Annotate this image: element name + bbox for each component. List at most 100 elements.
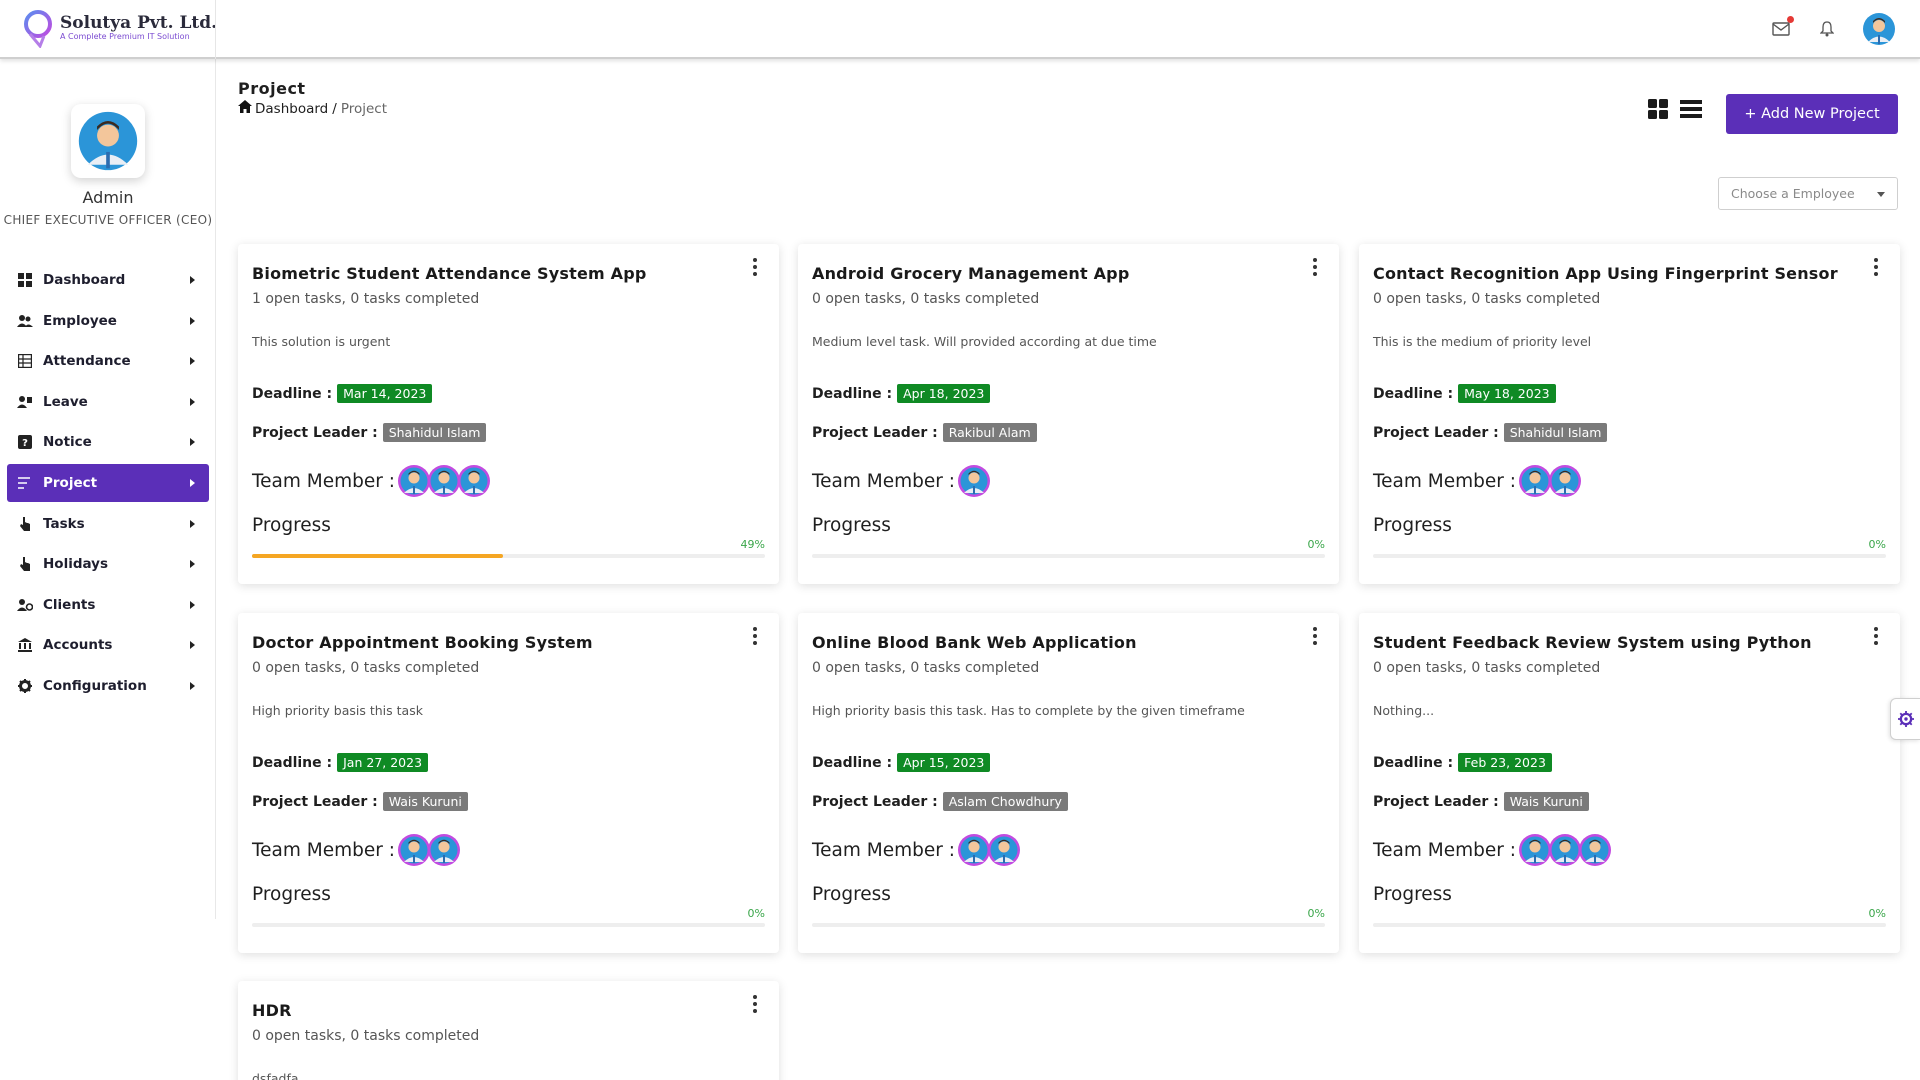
deadline-row: Deadline : Mar 14, 2023 [252, 384, 433, 403]
caret-right-icon [190, 641, 195, 650]
project-title[interactable]: Contact Recognition App Using Fingerprin… [1373, 264, 1838, 283]
project-card[interactable]: Doctor Appointment Booking System 0 open … [238, 613, 779, 953]
team-label: Team Member : [1373, 470, 1516, 492]
team-member-avatar[interactable] [457, 464, 491, 498]
team-label: Team Member : [252, 839, 395, 861]
progress-bar [812, 554, 1325, 558]
more-options-icon[interactable] [1874, 627, 1878, 645]
leave-icon [17, 394, 33, 410]
sidebar-item-leave[interactable]: Leave [7, 383, 209, 421]
team-avatars [1518, 833, 1612, 867]
project-title[interactable]: HDR [252, 1001, 292, 1020]
progress-percent: 0% [1868, 907, 1886, 920]
header-actions [1770, 12, 1896, 46]
team-member-avatar[interactable] [957, 833, 991, 867]
settings-gear-icon[interactable] [1890, 698, 1920, 740]
brand-logo[interactable]: Solutya Pvt. Ltd. A Complete Premium IT … [20, 6, 217, 50]
team-member-avatar[interactable] [1518, 833, 1552, 867]
sidebar-item-configuration[interactable]: Configuration [7, 667, 209, 705]
project-title[interactable]: Student Feedback Review System using Pyt… [1373, 633, 1812, 652]
project-description: High priority basis this task. Has to co… [812, 703, 1245, 718]
team-member-avatar[interactable] [397, 464, 431, 498]
caret-right-icon [190, 519, 195, 528]
deadline-row: Deadline : Jan 27, 2023 [252, 753, 429, 772]
deadline-label: Deadline : [252, 754, 333, 771]
project-task-summary: 1 open tasks, 0 tasks completed [252, 291, 480, 307]
breadcrumb: Dashboard / Project [238, 100, 387, 117]
home-icon[interactable] [238, 100, 252, 117]
project-title[interactable]: Biometric Student Attendance System App [252, 264, 647, 283]
people-cog-icon [17, 597, 33, 613]
more-options-icon[interactable] [1313, 258, 1317, 276]
sidebar-menu: Dashboard Employee Attendance Leave ? No… [7, 261, 209, 708]
sidebar-item-notice[interactable]: ? Notice [7, 423, 209, 461]
leader-row: Project Leader : Wais Kuruni [252, 792, 468, 811]
leader-label: Project Leader : [812, 793, 938, 810]
progress-bar-fill [252, 554, 504, 558]
progress-bar [252, 554, 765, 558]
mail-icon[interactable] [1770, 16, 1794, 40]
team-member-avatar[interactable] [1548, 464, 1582, 498]
sidebar-item-accounts[interactable]: Accounts [7, 626, 209, 664]
team-member-avatar[interactable] [427, 464, 461, 498]
leader-label: Project Leader : [812, 424, 938, 441]
sidebar-item-project[interactable]: Project [7, 463, 209, 502]
caret-right-icon [190, 478, 195, 487]
team-row: Team Member : [812, 833, 1021, 867]
project-card[interactable]: Online Blood Bank Web Application 0 open … [798, 613, 1339, 953]
team-member-avatar[interactable] [1548, 833, 1582, 867]
project-card[interactable]: Android Grocery Management App 0 open tas… [798, 244, 1339, 584]
user-avatar[interactable] [1862, 12, 1896, 46]
sidebar-item-attendance[interactable]: Attendance [7, 342, 209, 380]
notification-dot [1787, 16, 1794, 23]
more-options-icon[interactable] [753, 627, 757, 645]
team-member-avatar[interactable] [1518, 464, 1552, 498]
sidebar-item-label: Leave [43, 393, 88, 410]
project-card[interactable]: Student Feedback Review System using Pyt… [1359, 613, 1900, 953]
brand-logo-mark [20, 8, 58, 49]
project-title[interactable]: Android Grocery Management App [812, 264, 1130, 283]
leader-label: Project Leader : [252, 424, 378, 441]
team-member-avatar[interactable] [397, 833, 431, 867]
team-member-avatar[interactable] [1578, 833, 1612, 867]
caret-right-icon [190, 397, 195, 406]
progress-percent: 0% [1307, 538, 1325, 551]
deadline-label: Deadline : [812, 754, 893, 771]
sidebar-item-tasks[interactable]: Tasks [7, 505, 209, 543]
team-member-avatar[interactable] [957, 464, 991, 498]
project-card[interactable]: HDR 0 open tasks, 0 tasks completed dsfadf… [238, 981, 779, 1080]
sidebar-item-dashboard[interactable]: Dashboard [7, 261, 209, 299]
sidebar-item-holidays[interactable]: Holidays [7, 545, 209, 583]
deadline-badge: Jan 27, 2023 [337, 753, 429, 772]
team-member-avatar[interactable] [427, 833, 461, 867]
project-title[interactable]: Online Blood Bank Web Application [812, 633, 1137, 652]
deadline-badge: Apr 18, 2023 [897, 384, 991, 403]
project-card[interactable]: Contact Recognition App Using Fingerprin… [1359, 244, 1900, 584]
gear-icon [17, 678, 33, 694]
add-new-project-button[interactable]: + Add New Project [1726, 94, 1898, 134]
employee-select[interactable]: Choose a Employee [1718, 177, 1898, 210]
project-card[interactable]: Biometric Student Attendance System App 1… [238, 244, 779, 584]
bell-icon[interactable] [1816, 18, 1838, 40]
more-options-icon[interactable] [1874, 258, 1878, 276]
leader-row: Project Leader : Aslam Chowdhury [812, 792, 1068, 811]
project-task-summary: 0 open tasks, 0 tasks completed [252, 1028, 480, 1044]
sidebar-item-employee[interactable]: Employee [7, 302, 209, 340]
brand-tagline: A Complete Premium IT Solution [60, 32, 190, 41]
deadline-label: Deadline : [252, 385, 333, 402]
sidebar-item-label: Configuration [43, 677, 147, 694]
sidebar-item-label: Clients [43, 596, 96, 613]
profile-avatar[interactable] [71, 104, 145, 178]
more-options-icon[interactable] [1313, 627, 1317, 645]
team-member-avatar[interactable] [987, 833, 1021, 867]
team-label: Team Member : [252, 470, 395, 492]
more-options-icon[interactable] [753, 258, 757, 276]
sidebar-item-clients[interactable]: Clients [7, 586, 209, 624]
grid-view-icon[interactable] [1648, 99, 1668, 123]
breadcrumb-home[interactable]: Dashboard [255, 101, 328, 117]
list-view-icon[interactable] [1680, 99, 1702, 123]
team-row: Team Member : [252, 464, 491, 498]
project-title[interactable]: Doctor Appointment Booking System [252, 633, 593, 652]
deadline-badge: Apr 15, 2023 [897, 753, 991, 772]
more-options-icon[interactable] [753, 995, 757, 1013]
